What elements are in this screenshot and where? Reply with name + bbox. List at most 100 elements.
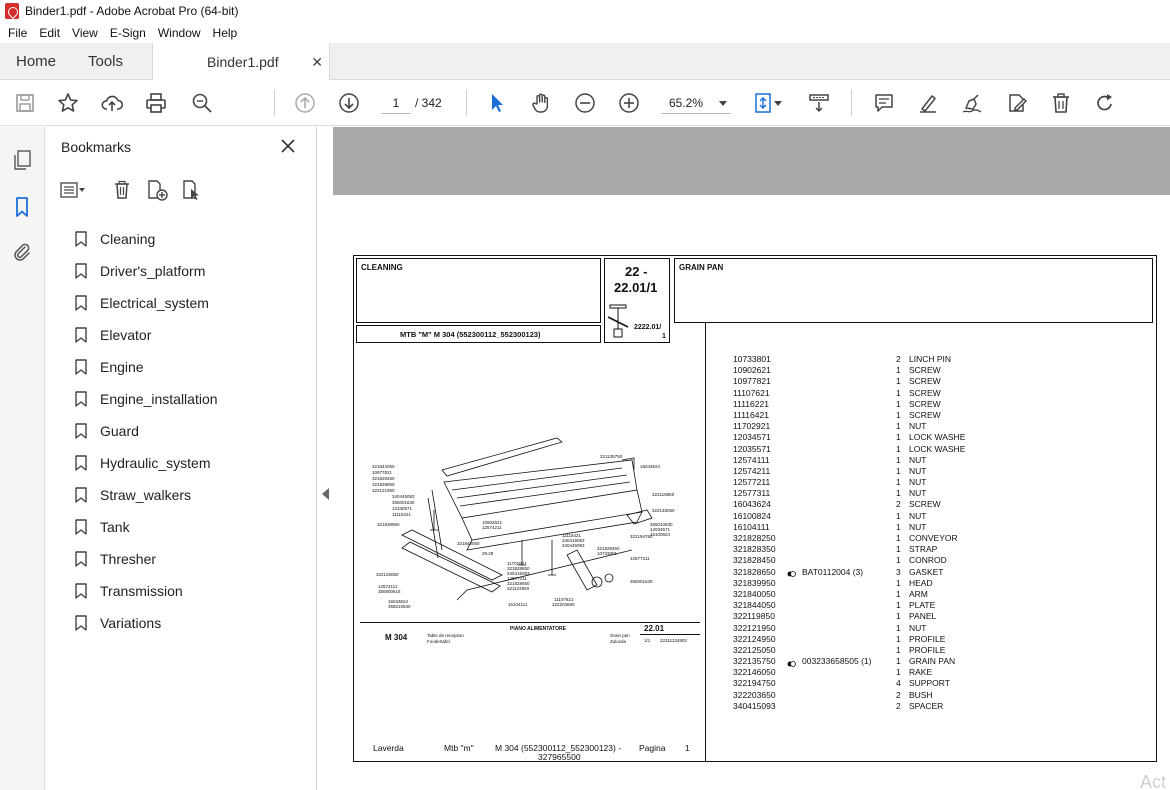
menu-help[interactable]: Help (209, 26, 242, 40)
part-quantity: 1 (896, 409, 901, 420)
bookmark-item[interactable]: Variations (75, 607, 218, 639)
svg-text:29.29: 29.29 (482, 551, 494, 556)
page-thumbnails-icon[interactable] (10, 148, 34, 172)
part-code: 10733801 (733, 354, 771, 364)
bookmark-label: Straw_walkers (100, 487, 192, 503)
part-row: 10733801 2 LINCH PIN (733, 354, 1133, 365)
bookmark-item[interactable]: Thresher (75, 543, 218, 575)
bookmark-item[interactable]: Engine_installation (75, 383, 218, 415)
part-quantity: 2 (896, 700, 901, 711)
delete-bookmark-icon[interactable] (109, 177, 135, 203)
bookmark-item[interactable]: Straw_walkers (75, 479, 218, 511)
highlight-pen-icon[interactable] (916, 91, 940, 115)
fit-page-dropdown-icon[interactable] (772, 91, 784, 115)
delete-trash-icon[interactable] (1049, 91, 1073, 115)
part-row: 322121950 1 NUT (733, 623, 1133, 634)
svg-text:356001630: 356001630 (630, 579, 653, 584)
page-number-input[interactable] (381, 92, 411, 114)
save-icon[interactable] (13, 91, 37, 115)
part-description: PANEL (909, 611, 937, 622)
next-page-icon[interactable] (337, 91, 361, 115)
part-code: 322194750 (733, 678, 776, 689)
menu-view[interactable]: View (68, 26, 102, 40)
collapse-panel-icon[interactable] (322, 488, 329, 500)
part-quantity: 1 (896, 600, 901, 611)
comment-icon[interactable] (872, 91, 896, 115)
bookmark-item[interactable]: Cleaning (75, 223, 218, 255)
bookmark-item[interactable]: Elevator (75, 319, 218, 351)
svg-text:321844050: 321844050 (372, 464, 395, 469)
close-panel-icon[interactable] (279, 137, 297, 155)
part-description: LINCH PIN (909, 354, 952, 364)
part-row: 322146050 1 RAKE (733, 667, 1133, 678)
part-description: NUT (909, 477, 927, 488)
menu-window[interactable]: Window (154, 26, 205, 40)
find-bookmark-icon[interactable] (179, 177, 205, 203)
part-quantity: 1 (896, 365, 901, 376)
part-row: 322194750 4 SUPPORT (733, 678, 1133, 689)
svg-text:322203650: 322203650 (552, 602, 575, 607)
previous-page-icon[interactable] (293, 91, 317, 115)
drawing-code: 22311134902 (660, 638, 687, 643)
print-icon[interactable] (144, 91, 168, 115)
star-icon[interactable] (56, 91, 80, 115)
bookmark-panel-icon[interactable] (10, 195, 34, 219)
part-row: 16104111 1 NUT (733, 522, 1133, 533)
zoom-in-icon[interactable] (617, 91, 641, 115)
zoom-search-icon[interactable] (190, 91, 214, 115)
bookmark-list: Cleaning Driver's_platform Electrical_syst… (75, 223, 218, 639)
drawing-caption-right-2: Zuluvda (610, 639, 627, 644)
select-cursor-icon[interactable] (485, 91, 509, 115)
zoom-out-icon[interactable] (573, 91, 597, 115)
menu-esign[interactable]: E-Sign (106, 26, 150, 40)
attachment-paperclip-icon[interactable] (10, 240, 34, 264)
menu-file[interactable]: File (4, 26, 31, 40)
part-row: 321828350 1 STRAP (733, 544, 1133, 555)
part-quantity: 1 (896, 432, 901, 443)
upload-cloud-icon[interactable] (100, 91, 124, 115)
zoom-level-dropdown[interactable]: 65.2% (661, 92, 731, 114)
bookmark-item[interactable]: Hydraulic_system (75, 447, 218, 479)
bookmark-icon (75, 391, 87, 407)
svg-text:321124950: 321124950 (507, 586, 530, 591)
bookmark-item[interactable]: Transmission (75, 575, 218, 607)
model-label: MTB "M" M 304 (552300112_552300123) (400, 330, 541, 339)
part-description: RAKE (909, 667, 933, 678)
part-code: 321828650 (733, 566, 776, 577)
bookmark-item[interactable]: Driver's_platform (75, 255, 218, 287)
edit-pdf-icon[interactable] (1005, 91, 1029, 115)
part-row: 321828650 BAT0112004 (3) 3 GASKET (733, 567, 1133, 578)
tab-bar: Home Tools Binder1.pdf ✕ (0, 43, 1170, 81)
part-code: 16100824 (733, 510, 771, 521)
part-code: 322203650 (733, 689, 776, 700)
tab-home[interactable]: Home (16, 43, 56, 80)
menu-bar: File Edit View E-Sign Window Help (0, 22, 1170, 43)
bookmark-item[interactable]: Tank (75, 511, 218, 543)
bookmark-item[interactable]: Electrical_system (75, 287, 218, 319)
part-quantity: 1 (896, 667, 901, 678)
part-row: 12574111 1 NUT (733, 455, 1133, 466)
part-row: 11116421 1 SCREW (733, 410, 1133, 421)
part-description: SCREW (909, 365, 941, 376)
svg-text:11116221: 11116221 (392, 512, 412, 517)
parts-list: 10733801 2 LINCH PIN 10902621 1 SCREW 10977821… (733, 354, 1133, 712)
rotate-icon[interactable] (1093, 91, 1117, 115)
drawing-number: 22.01 (644, 624, 665, 633)
tab-tools[interactable]: Tools (88, 43, 123, 80)
part-code: 11116221 (733, 398, 769, 409)
part-code: 12574211 (733, 465, 771, 476)
group-right-box (674, 258, 1153, 323)
close-tab-icon[interactable]: ✕ (311, 54, 323, 71)
bookmark-icon (75, 423, 87, 439)
menu-edit[interactable]: Edit (35, 26, 64, 40)
part-reference-text: 003233658505 (1) (802, 656, 872, 667)
bookmark-options-icon[interactable] (59, 177, 85, 203)
scroll-mode-icon[interactable] (807, 91, 831, 115)
sign-pen-icon[interactable] (960, 91, 984, 115)
part-description: GRAIN PAN (909, 656, 956, 667)
hand-tool-icon[interactable] (529, 91, 553, 115)
tab-document[interactable]: Binder1.pdf ✕ (152, 43, 330, 81)
bookmark-item[interactable]: Guard (75, 415, 218, 447)
bookmark-item[interactable]: Engine (75, 351, 218, 383)
new-bookmark-icon[interactable] (144, 177, 170, 203)
